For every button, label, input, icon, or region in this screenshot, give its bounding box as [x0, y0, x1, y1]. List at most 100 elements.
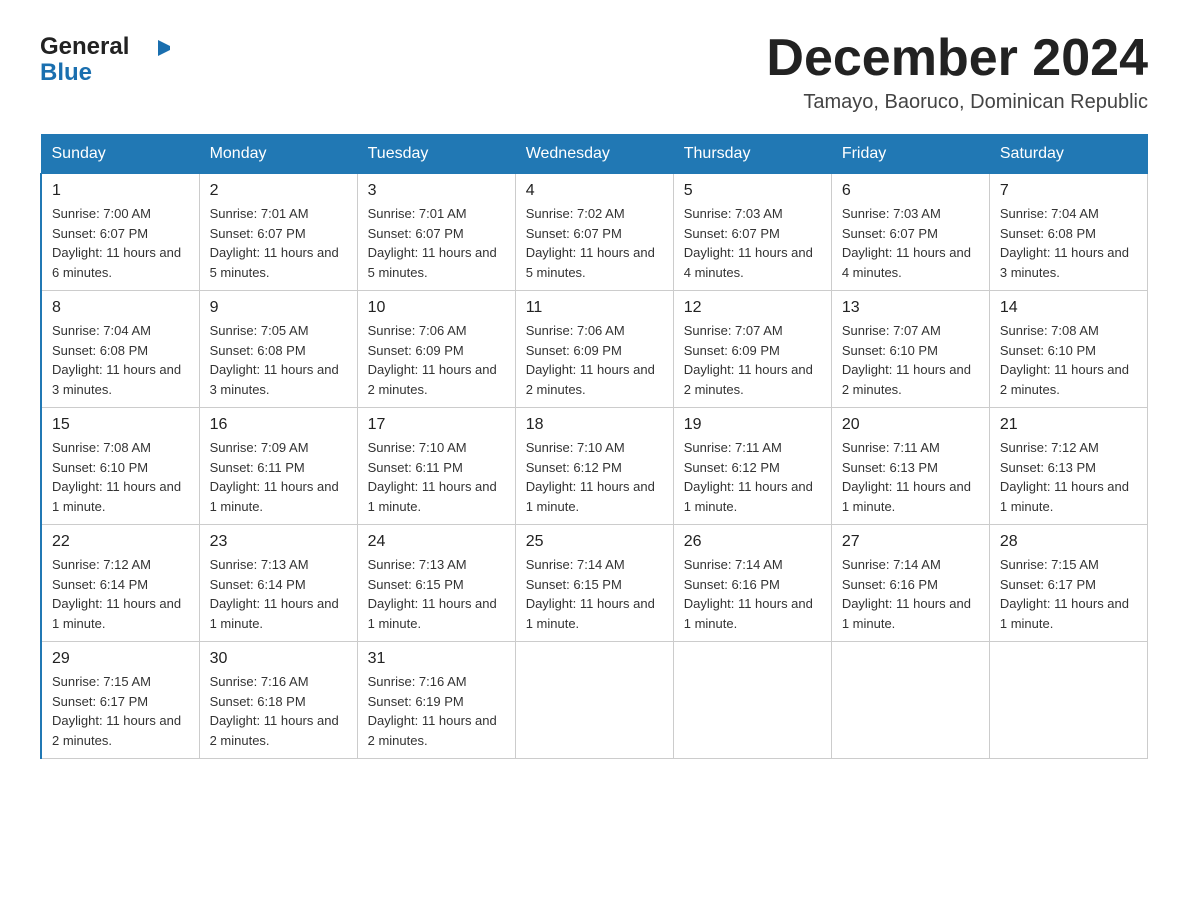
table-row: 1 Sunrise: 7:00 AMSunset: 6:07 PMDayligh… — [41, 174, 199, 291]
header-thursday: Thursday — [673, 135, 831, 174]
day-number: 8 — [52, 299, 189, 317]
day-number: 9 — [210, 299, 347, 317]
day-number: 16 — [210, 416, 347, 434]
day-number: 24 — [368, 533, 505, 551]
day-number: 2 — [210, 182, 347, 200]
table-row: 16 Sunrise: 7:09 AMSunset: 6:11 PMDaylig… — [199, 408, 357, 525]
day-info: Sunrise: 7:16 AMSunset: 6:18 PMDaylight:… — [210, 672, 347, 750]
day-info: Sunrise: 7:01 AMSunset: 6:07 PMDaylight:… — [210, 204, 347, 282]
day-number: 31 — [368, 650, 505, 668]
day-number: 11 — [526, 299, 663, 317]
day-number: 4 — [526, 182, 663, 200]
header-monday: Monday — [199, 135, 357, 174]
calendar-week-row: 1 Sunrise: 7:00 AMSunset: 6:07 PMDayligh… — [41, 174, 1148, 291]
table-row: 5 Sunrise: 7:03 AMSunset: 6:07 PMDayligh… — [673, 174, 831, 291]
calendar-week-row: 15 Sunrise: 7:08 AMSunset: 6:10 PMDaylig… — [41, 408, 1148, 525]
table-row: 9 Sunrise: 7:05 AMSunset: 6:08 PMDayligh… — [199, 291, 357, 408]
day-info: Sunrise: 7:11 AMSunset: 6:13 PMDaylight:… — [842, 438, 979, 516]
day-info: Sunrise: 7:05 AMSunset: 6:08 PMDaylight:… — [210, 321, 347, 399]
day-number: 1 — [52, 182, 189, 200]
day-number: 10 — [368, 299, 505, 317]
day-info: Sunrise: 7:08 AMSunset: 6:10 PMDaylight:… — [1000, 321, 1137, 399]
table-row: 27 Sunrise: 7:14 AMSunset: 6:16 PMDaylig… — [831, 525, 989, 642]
table-row: 19 Sunrise: 7:11 AMSunset: 6:12 PMDaylig… — [673, 408, 831, 525]
day-number: 29 — [52, 650, 189, 668]
table-row — [831, 642, 989, 759]
logo: General Blue — [40, 30, 170, 85]
day-info: Sunrise: 7:13 AMSunset: 6:15 PMDaylight:… — [368, 555, 505, 633]
day-number: 26 — [684, 533, 821, 551]
day-info: Sunrise: 7:00 AMSunset: 6:07 PMDaylight:… — [52, 204, 189, 282]
day-info: Sunrise: 7:04 AMSunset: 6:08 PMDaylight:… — [1000, 204, 1137, 282]
table-row: 22 Sunrise: 7:12 AMSunset: 6:14 PMDaylig… — [41, 525, 199, 642]
header-friday: Friday — [831, 135, 989, 174]
day-number: 23 — [210, 533, 347, 551]
calendar-week-row: 8 Sunrise: 7:04 AMSunset: 6:08 PMDayligh… — [41, 291, 1148, 408]
day-info: Sunrise: 7:12 AMSunset: 6:14 PMDaylight:… — [52, 555, 189, 633]
table-row — [673, 642, 831, 759]
day-info: Sunrise: 7:03 AMSunset: 6:07 PMDaylight:… — [684, 204, 821, 282]
day-info: Sunrise: 7:14 AMSunset: 6:16 PMDaylight:… — [684, 555, 821, 633]
day-info: Sunrise: 7:10 AMSunset: 6:12 PMDaylight:… — [526, 438, 663, 516]
day-number: 14 — [1000, 299, 1137, 317]
day-info: Sunrise: 7:09 AMSunset: 6:11 PMDaylight:… — [210, 438, 347, 516]
day-info: Sunrise: 7:12 AMSunset: 6:13 PMDaylight:… — [1000, 438, 1137, 516]
day-info: Sunrise: 7:14 AMSunset: 6:16 PMDaylight:… — [842, 555, 979, 633]
day-number: 7 — [1000, 182, 1137, 200]
table-row: 21 Sunrise: 7:12 AMSunset: 6:13 PMDaylig… — [989, 408, 1147, 525]
table-row — [515, 642, 673, 759]
table-row: 13 Sunrise: 7:07 AMSunset: 6:10 PMDaylig… — [831, 291, 989, 408]
table-row: 8 Sunrise: 7:04 AMSunset: 6:08 PMDayligh… — [41, 291, 199, 408]
table-row: 3 Sunrise: 7:01 AMSunset: 6:07 PMDayligh… — [357, 174, 515, 291]
calendar-table: Sunday Monday Tuesday Wednesday Thursday… — [40, 134, 1148, 759]
day-number: 3 — [368, 182, 505, 200]
day-number: 25 — [526, 533, 663, 551]
table-row: 17 Sunrise: 7:10 AMSunset: 6:11 PMDaylig… — [357, 408, 515, 525]
table-row: 23 Sunrise: 7:13 AMSunset: 6:14 PMDaylig… — [199, 525, 357, 642]
header-tuesday: Tuesday — [357, 135, 515, 174]
day-info: Sunrise: 7:13 AMSunset: 6:14 PMDaylight:… — [210, 555, 347, 633]
table-row: 12 Sunrise: 7:07 AMSunset: 6:09 PMDaylig… — [673, 291, 831, 408]
day-info: Sunrise: 7:07 AMSunset: 6:10 PMDaylight:… — [842, 321, 979, 399]
table-row: 20 Sunrise: 7:11 AMSunset: 6:13 PMDaylig… — [831, 408, 989, 525]
day-number: 15 — [52, 416, 189, 434]
day-number: 18 — [526, 416, 663, 434]
table-row: 25 Sunrise: 7:14 AMSunset: 6:15 PMDaylig… — [515, 525, 673, 642]
header-wednesday: Wednesday — [515, 135, 673, 174]
logo-svg: General Blue — [40, 30, 170, 85]
day-info: Sunrise: 7:04 AMSunset: 6:08 PMDaylight:… — [52, 321, 189, 399]
day-info: Sunrise: 7:01 AMSunset: 6:07 PMDaylight:… — [368, 204, 505, 282]
header-saturday: Saturday — [989, 135, 1147, 174]
day-info: Sunrise: 7:16 AMSunset: 6:19 PMDaylight:… — [368, 672, 505, 750]
table-row — [989, 642, 1147, 759]
svg-text:General: General — [40, 33, 129, 60]
table-row: 10 Sunrise: 7:06 AMSunset: 6:09 PMDaylig… — [357, 291, 515, 408]
table-row: 31 Sunrise: 7:16 AMSunset: 6:19 PMDaylig… — [357, 642, 515, 759]
table-row: 29 Sunrise: 7:15 AMSunset: 6:17 PMDaylig… — [41, 642, 199, 759]
day-info: Sunrise: 7:14 AMSunset: 6:15 PMDaylight:… — [526, 555, 663, 633]
table-row: 7 Sunrise: 7:04 AMSunset: 6:08 PMDayligh… — [989, 174, 1147, 291]
calendar-week-row: 22 Sunrise: 7:12 AMSunset: 6:14 PMDaylig… — [41, 525, 1148, 642]
title-block: December 2024 Tamayo, Baoruco, Dominican… — [766, 30, 1148, 114]
day-info: Sunrise: 7:10 AMSunset: 6:11 PMDaylight:… — [368, 438, 505, 516]
day-info: Sunrise: 7:06 AMSunset: 6:09 PMDaylight:… — [526, 321, 663, 399]
day-number: 28 — [1000, 533, 1137, 551]
calendar-header-row: Sunday Monday Tuesday Wednesday Thursday… — [41, 135, 1148, 174]
day-info: Sunrise: 7:03 AMSunset: 6:07 PMDaylight:… — [842, 204, 979, 282]
page-header: General Blue December 2024 Tamayo, Baoru… — [40, 30, 1148, 114]
table-row: 26 Sunrise: 7:14 AMSunset: 6:16 PMDaylig… — [673, 525, 831, 642]
day-info: Sunrise: 7:15 AMSunset: 6:17 PMDaylight:… — [1000, 555, 1137, 633]
table-row: 28 Sunrise: 7:15 AMSunset: 6:17 PMDaylig… — [989, 525, 1147, 642]
day-number: 12 — [684, 299, 821, 317]
day-info: Sunrise: 7:11 AMSunset: 6:12 PMDaylight:… — [684, 438, 821, 516]
table-row: 6 Sunrise: 7:03 AMSunset: 6:07 PMDayligh… — [831, 174, 989, 291]
table-row: 30 Sunrise: 7:16 AMSunset: 6:18 PMDaylig… — [199, 642, 357, 759]
day-number: 22 — [52, 533, 189, 551]
month-year: December 2024 — [766, 30, 1148, 87]
day-number: 30 — [210, 650, 347, 668]
day-number: 19 — [684, 416, 821, 434]
day-info: Sunrise: 7:15 AMSunset: 6:17 PMDaylight:… — [52, 672, 189, 750]
table-row: 2 Sunrise: 7:01 AMSunset: 6:07 PMDayligh… — [199, 174, 357, 291]
table-row: 11 Sunrise: 7:06 AMSunset: 6:09 PMDaylig… — [515, 291, 673, 408]
header-sunday: Sunday — [41, 135, 199, 174]
